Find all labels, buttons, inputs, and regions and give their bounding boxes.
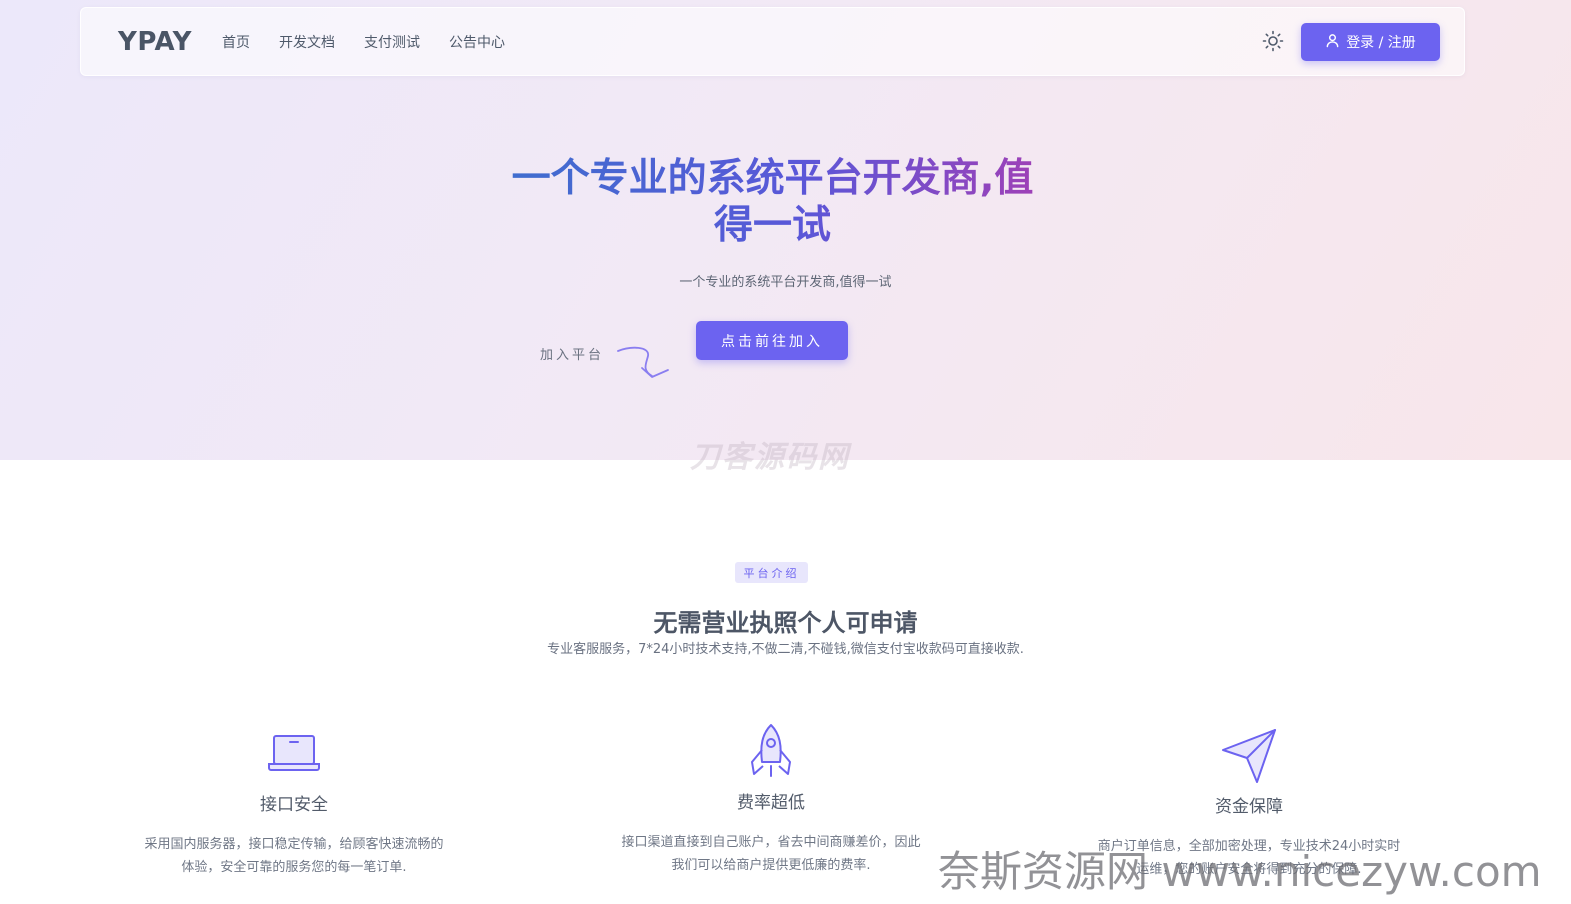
feature-card-security: 接口安全 采用国内服务器，接口稳定传输，给顾客快速流畅的体验，安全可靠的服务您的… bbox=[84, 728, 504, 879]
feature-description: 接口渠道直接到自己账户，省去中间商赚差价，因此我们可以给商户提供更低廉的费率. bbox=[621, 835, 921, 873]
curved-arrow-icon bbox=[616, 342, 674, 384]
top-navbar: YPAY 首页 开发文档 支付测试 公告中心 登录 / 注册 bbox=[80, 7, 1465, 76]
feature-title: 资金保障 bbox=[1215, 797, 1283, 817]
feature-description: 采用国内服务器，接口稳定传输，给顾客快速流畅的体验，安全可靠的服务您的每一笔订单… bbox=[144, 837, 444, 875]
laptop-icon bbox=[268, 735, 320, 771]
hero-subtitle: 一个专业的系统平台开发商,值得一试 bbox=[679, 275, 892, 290]
section-description: 专业客服服务，7*24小时技术支持,不做二清,不碰钱,微信支付宝收款码可直接收款… bbox=[547, 642, 1024, 657]
rocket-icon bbox=[751, 724, 791, 777]
paper-plane-icon bbox=[1222, 729, 1276, 783]
nav-announcements[interactable]: 公告中心 bbox=[449, 32, 505, 52]
nav-home[interactable]: 首页 bbox=[222, 32, 250, 52]
hero-title: 一个专业的系统平台开发商,值得一试 bbox=[495, 155, 1050, 249]
section-title: 无需营业执照个人可申请 bbox=[653, 609, 918, 637]
feature-title: 接口安全 bbox=[260, 795, 328, 815]
brand-logo[interactable]: YPAY bbox=[118, 27, 192, 57]
site-watermark: 奈斯资源网 www.nicezyw.com bbox=[938, 847, 1542, 896]
nav-payment-test[interactable]: 支付测试 bbox=[364, 32, 420, 52]
join-now-button[interactable]: 点击前往加入 bbox=[696, 321, 848, 360]
join-platform-label: 加入平台 bbox=[540, 348, 605, 363]
login-register-label: 登录 / 注册 bbox=[1346, 35, 1416, 51]
login-register-button[interactable]: 登录 / 注册 bbox=[1301, 23, 1440, 61]
feature-card-low-fee: 费率超低 接口渠道直接到自己账户，省去中间商赚差价，因此我们可以给商户提供更低廉… bbox=[561, 722, 981, 877]
nav-docs[interactable]: 开发文档 bbox=[279, 32, 335, 52]
hero-watermark: 刀客源码网 bbox=[690, 440, 850, 475]
user-icon bbox=[1325, 33, 1340, 52]
sun-icon[interactable] bbox=[1261, 29, 1285, 53]
nav-links: 首页 开发文档 支付测试 公告中心 bbox=[222, 32, 505, 52]
feature-title: 费率超低 bbox=[737, 793, 805, 813]
section-badge: 平台介绍 bbox=[735, 562, 808, 583]
